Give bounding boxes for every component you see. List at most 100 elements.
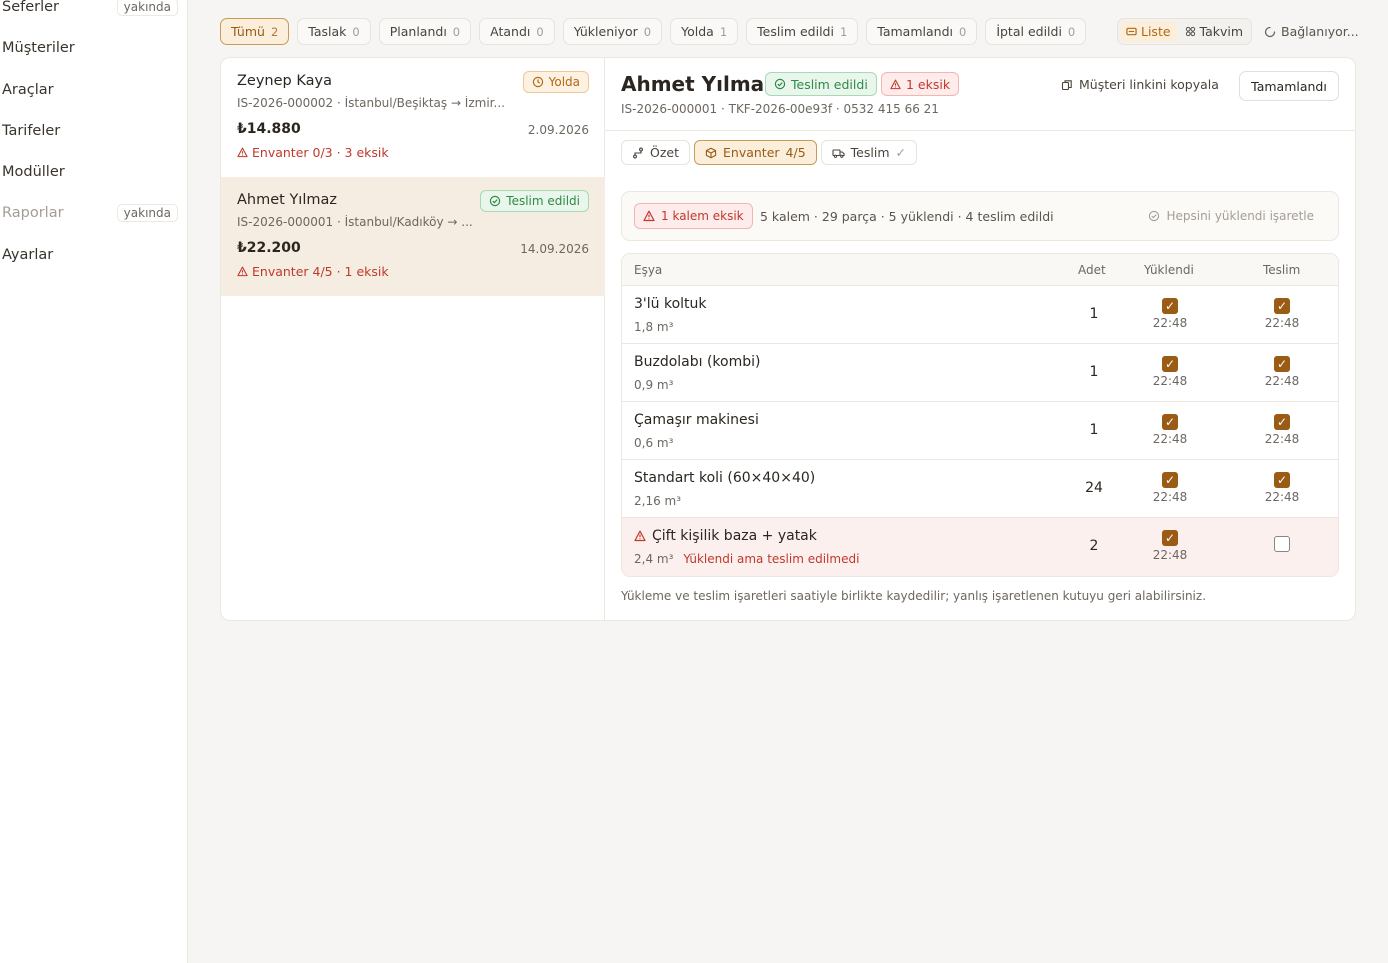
filter-loading[interactable]: Yükleniyor 0 <box>562 18 663 45</box>
not-delivered-note: Yüklendi ama teslim edilmedi <box>683 552 860 566</box>
soon-badge: yakında <box>116 204 178 222</box>
tab-summary[interactable]: Özet <box>621 140 690 165</box>
filter-count: 1 <box>839 24 848 39</box>
checkbox-checked: ✓ <box>1162 356 1178 372</box>
check-circle-icon <box>489 195 501 207</box>
filter-delivered[interactable]: Teslim edildi 1 <box>746 18 859 45</box>
view-list-button[interactable]: Liste <box>1120 21 1177 42</box>
checkbox-checked: ✓ <box>1162 530 1178 546</box>
item-volume-value: 0,6 m³ <box>634 436 674 450</box>
sidebar-item-seferler[interactable]: Seferler yakında <box>2 0 178 19</box>
detail-status-badge: Teslim edildi <box>765 72 877 96</box>
item-volume: 0,9 m³ <box>634 378 673 392</box>
loaded-checkbox[interactable]: ✓ 22:48 <box>1140 414 1200 446</box>
filter-planned[interactable]: Planlandı 0 <box>378 18 472 45</box>
item-volume: 2,4 m³ Yüklendi ama teslim edilmedi <box>634 552 859 566</box>
copy-customer-link-button[interactable]: Müşteri linkini kopyala <box>1061 77 1219 92</box>
inventory-summary: 1 kalem eksik 5 kalem · 29 parça · 5 yük… <box>621 191 1339 241</box>
sidebar-item-araclar[interactable]: Araçlar <box>2 78 178 102</box>
sidebar-item-tarifeler[interactable]: Tarifeler <box>2 119 178 143</box>
filter-cancelled[interactable]: İptal edildi 0 <box>985 18 1087 45</box>
mark-all-loaded-button[interactable]: Hepsini yüklendi işaretle <box>1148 209 1314 223</box>
inventory-summary-text: 5 kalem · 29 parça · 5 yüklendi · 4 tesl… <box>760 209 1054 224</box>
mark-all-label: Hepsini yüklendi işaretle <box>1166 209 1314 223</box>
inventory-footnote: Yükleme ve teslim işaretleri saatiyle bi… <box>621 589 1207 603</box>
checkbox-checked: ✓ <box>1274 298 1290 314</box>
job-price: ₺14.880 <box>237 121 301 137</box>
column-header-loaded: Yüklendi <box>1144 263 1194 277</box>
checkbox-checked: ✓ <box>1274 414 1290 430</box>
loaded-checkbox[interactable]: ✓ 22:48 <box>1140 472 1200 504</box>
filter-label: Taslak <box>308 24 347 39</box>
job-date: 2.09.2026 <box>527 123 589 137</box>
delivered-time: 22:48 <box>1264 316 1300 330</box>
loaded-checkbox[interactable]: ✓ 22:48 <box>1140 530 1200 562</box>
tab-delivery[interactable]: Teslim ✓ <box>820 140 917 165</box>
loaded-time: 22:48 <box>1152 548 1188 562</box>
sidebar-item-label: Tarifeler <box>2 123 61 139</box>
item-volume: 0,6 m³ <box>634 436 673 450</box>
detail-status-label: Teslim edildi <box>791 76 868 92</box>
inventory-warning-text: Envanter 0/3 · 3 eksik <box>252 145 389 160</box>
loaded-time: 22:48 <box>1152 432 1188 446</box>
tab-inventory[interactable]: Envanter 4/5 <box>694 140 817 165</box>
filter-count: 0 <box>643 24 652 39</box>
checkbox-checked: ✓ <box>1162 298 1178 314</box>
delivered-time: 22:48 <box>1264 432 1300 446</box>
tab-label: Özet <box>650 145 679 160</box>
sidebar-item-moduller[interactable]: Modüller <box>2 160 178 184</box>
job-list-item[interactable]: Zeynep Kaya Yolda IS-2026-000002 · İstan… <box>221 58 605 177</box>
route-icon <box>632 147 644 159</box>
checkbox-checked: ✓ <box>1274 472 1290 488</box>
delivered-checkbox[interactable]: ✓ 22:48 <box>1252 356 1312 388</box>
detail-meta: IS-2026-000001 · TKF-2026-00e93f · 0532 … <box>621 102 939 116</box>
delivered-checkbox[interactable]: ✓ 22:48 <box>1252 472 1312 504</box>
truck-icon <box>832 147 845 159</box>
filter-assigned[interactable]: Atandı 0 <box>479 18 555 45</box>
table-row: Buzdolabı (kombi) 0,9 m³ 1 ✓ 22:48 ✓ 22:48 <box>622 344 1338 402</box>
clock-icon <box>532 76 544 88</box>
mark-completed-button[interactable]: Tamamlandı <box>1239 71 1339 101</box>
column-header-delivered: Teslim <box>1263 263 1301 277</box>
tab-check-mark: ✓ <box>895 145 906 160</box>
sidebar-item-musteriler[interactable]: Müşteriler <box>2 36 178 60</box>
delivered-time: 22:48 <box>1264 490 1300 504</box>
job-route: IS-2026-000001 · İstanbul/Kadıköy → ... <box>237 215 473 229</box>
item-name: Çamaşır makinesi <box>634 412 759 428</box>
sidebar-item-label: Araçlar <box>2 82 54 98</box>
item-qty: 1 <box>1089 364 1099 380</box>
box-icon <box>705 147 717 159</box>
loaded-checkbox[interactable]: ✓ 22:48 <box>1140 298 1200 330</box>
job-customer-name: Zeynep Kaya <box>237 73 332 89</box>
filter-completed[interactable]: Tamamlandı 0 <box>866 18 978 45</box>
inventory-warning: Envanter 4/5 · 1 eksik <box>237 264 389 279</box>
sidebar-item-ayarlar[interactable]: Ayarlar <box>2 243 178 267</box>
loaded-checkbox[interactable]: ✓ 22:48 <box>1140 356 1200 388</box>
inventory-warning: Envanter 0/3 · 3 eksik <box>237 145 389 160</box>
item-name: 3'lü koltuk <box>634 296 707 312</box>
filter-on-road[interactable]: Yolda 1 <box>670 18 739 45</box>
tab-count: 4/5 <box>785 145 806 160</box>
view-toggle: Liste Takvim <box>1117 18 1253 45</box>
item-volume: 2,16 m³ <box>634 494 681 508</box>
delivered-time: 22:48 <box>1264 374 1300 388</box>
filter-draft[interactable]: Taslak 0 <box>297 18 371 45</box>
item-volume: 1,8 m³ <box>634 320 673 334</box>
loaded-time: 22:48 <box>1152 490 1188 504</box>
view-calendar-button[interactable]: Takvim <box>1179 21 1250 42</box>
connection-status-text: Bağlanıyor... <box>1281 24 1359 39</box>
item-volume-value: 2,4 m³ <box>634 552 674 566</box>
table-row-missing: Çift kişilik baza + yatak 2,4 m³ Yüklend… <box>622 518 1338 576</box>
job-list-item-selected[interactable]: Ahmet Yılmaz Teslim edildi IS-2026-00000… <box>221 177 605 296</box>
jobs-card: Zeynep Kaya Yolda IS-2026-000002 · İstan… <box>220 57 1356 621</box>
delivered-checkbox[interactable] <box>1252 530 1312 552</box>
list-icon <box>1126 26 1137 37</box>
sidebar-item-label: Seferler <box>2 0 60 15</box>
tab-label: Envanter <box>723 145 780 160</box>
item-name-text: Çift kişilik baza + yatak <box>652 528 817 544</box>
warning-icon <box>237 266 248 277</box>
delivered-checkbox[interactable]: ✓ 22:48 <box>1252 298 1312 330</box>
item-qty: 1 <box>1089 306 1099 322</box>
filter-all[interactable]: Tümü 2 <box>220 18 290 45</box>
delivered-checkbox[interactable]: ✓ 22:48 <box>1252 414 1312 446</box>
